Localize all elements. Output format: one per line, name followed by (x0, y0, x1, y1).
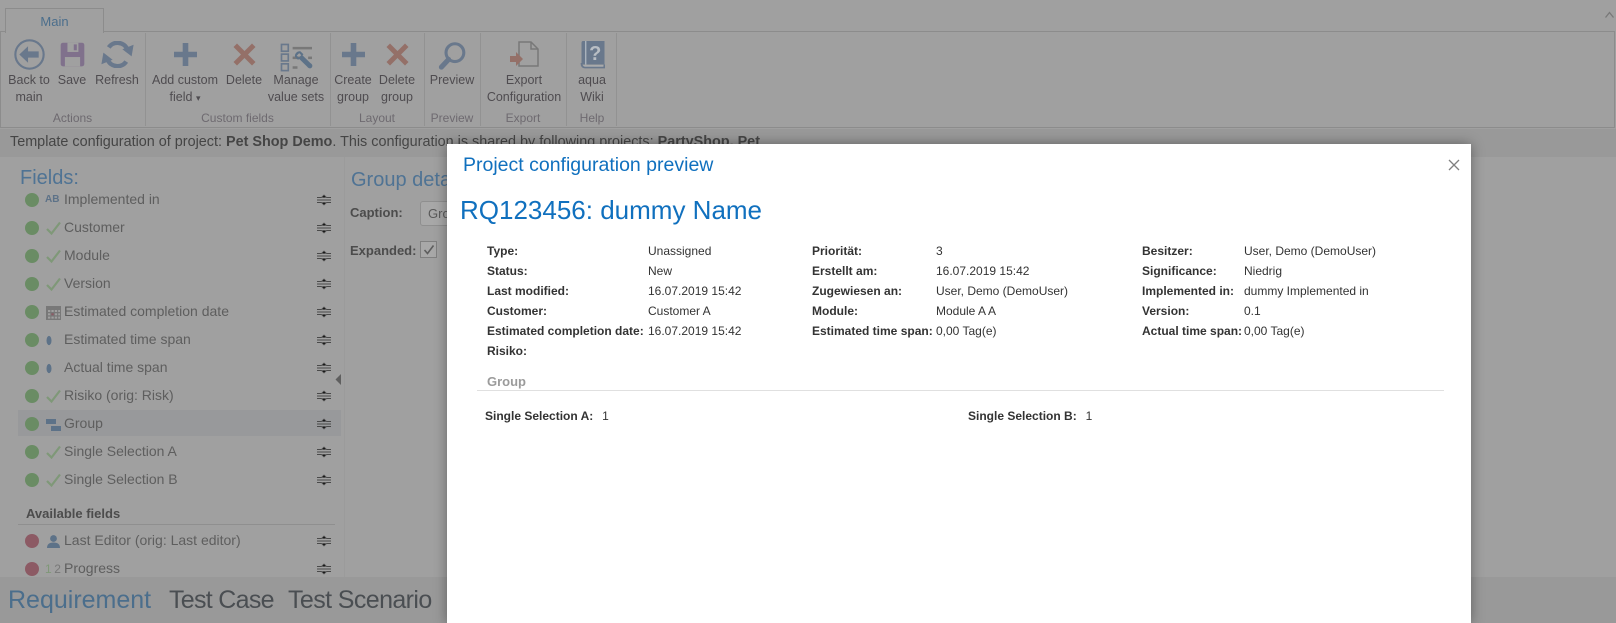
svg-text:?: ? (589, 43, 601, 65)
